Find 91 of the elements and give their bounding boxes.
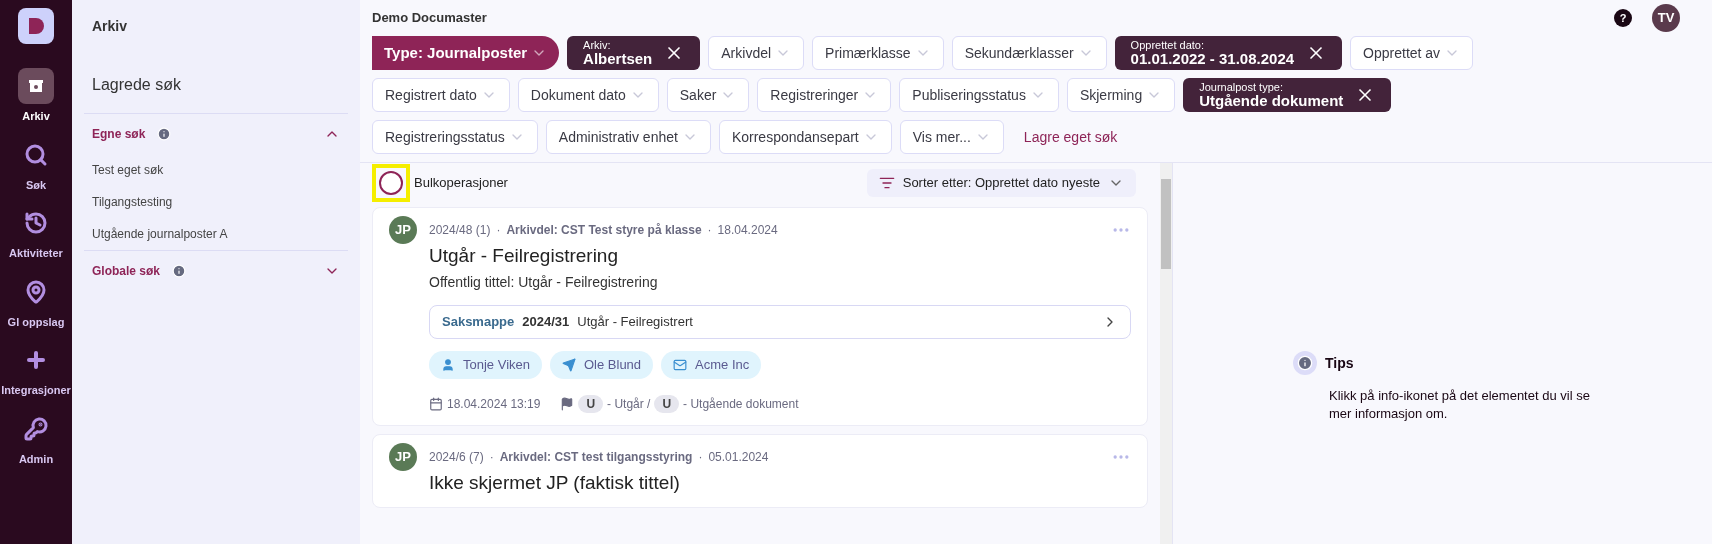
nav-item[interactable]: Aktiviteter (0, 205, 72, 262)
record-number: 2024/48 (1) (429, 222, 491, 239)
record-title: Utgår - Feilregistrering (429, 244, 619, 268)
nav-item[interactable]: Arkiv (0, 68, 72, 125)
group-header[interactable]: Egne søk (84, 114, 348, 154)
map-pin-icon (24, 279, 48, 304)
party-chip[interactable]: Tonje Viken (429, 351, 542, 379)
filter-value: 01.01.2022 - 31.08.2024 (1130, 51, 1295, 66)
scrollbar[interactable] (1160, 163, 1172, 544)
separator-dot: · (496, 222, 501, 239)
filter-dropdown[interactable]: Primærklasse (812, 36, 944, 70)
status-text: - Utgår / (607, 396, 651, 413)
series-label: Arkivdel: CST test tilgangsstyring (499, 449, 693, 466)
app-logo[interactable] (18, 8, 54, 44)
save-search-link[interactable]: Lagre eget søk (1011, 126, 1130, 148)
filter-dropdown[interactable]: Publiseringsstatus (899, 78, 1059, 112)
mail-icon (673, 358, 688, 372)
created-date: 18.04.2024 13:19 (447, 396, 541, 413)
separator-dot: · (707, 222, 712, 239)
filter-dropdown[interactable]: Skjerming (1066, 78, 1176, 112)
bulk-label: Bulkoperasjoner (414, 174, 508, 193)
filter-dropdown[interactable]: Arkivdel (708, 36, 805, 70)
history-icon (24, 211, 48, 235)
filter-value: Utgående dokument (1199, 93, 1344, 108)
calendar-icon (429, 397, 443, 411)
filter-dropdown[interactable]: Registreringsstatus (372, 120, 538, 154)
filter-dropdown[interactable]: Opprettet av (1350, 36, 1474, 70)
logo-letter-icon (26, 16, 46, 36)
tips-title: Tips (1325, 353, 1354, 373)
sidebar-title: Arkiv (91, 17, 129, 36)
send-icon (562, 358, 576, 372)
bulk-checkbox[interactable] (379, 171, 403, 195)
nav-item[interactable]: Gl oppslag (0, 273, 72, 330)
record-number: 2024/6 (7) (429, 449, 484, 466)
case-title: Utgår - Feilregistrert (577, 313, 693, 332)
result-card[interactable] (372, 207, 1148, 426)
nav-item[interactable]: Admin (0, 410, 72, 467)
active-filter-chip[interactable]: Opprettet dato: 01.01.2022 - 31.08.2024 (1114, 36, 1343, 70)
saved-searches-heading: Lagrede søk (91, 75, 182, 95)
saved-search-item[interactable]: Tilgangstesting (84, 186, 348, 218)
record-title: Ikke skjermet JP (faktisk tittel) (429, 471, 681, 495)
status-code: U (578, 395, 604, 413)
filter-dropdown[interactable]: Registrert dato (372, 78, 510, 112)
page-title: Demo Documaster (372, 9, 487, 28)
saved-search-item[interactable]: Utgående journalposter A (84, 218, 348, 250)
separator-dot: · (698, 449, 703, 466)
plus-icon (24, 348, 48, 372)
party-chip[interactable]: Acme Inc (661, 351, 762, 379)
saved-search-item[interactable]: Test eget søk (84, 154, 348, 186)
party-chip[interactable]: Ole Blund (550, 351, 654, 379)
nav-item[interactable]: Integrasjoner (0, 342, 72, 399)
filter-dropdown[interactable]: Dokument dato (517, 78, 659, 112)
record-date: 18.04.2024 (717, 222, 778, 239)
case-folder-link[interactable]: Saksmappe 2024/31 Utgår - Feilregistrert (429, 305, 1131, 339)
type-filter-button[interactable]: Type: Journalposter (372, 36, 560, 70)
filter-value: Albertsen (583, 51, 653, 66)
avatar: JP (389, 216, 417, 244)
filter-dropdown[interactable]: Vis mer... (899, 120, 1004, 154)
filter-label: Arkiv: (583, 40, 612, 51)
series-label: Arkivdel: CST Test styre på klasse (506, 222, 702, 239)
case-number: 2024/31 (522, 313, 570, 332)
filter-dropdown[interactable]: Administrativ enhet (545, 120, 711, 154)
sort-icon (878, 175, 895, 191)
nav-item[interactable]: Søk (0, 136, 72, 193)
avatar: JP (389, 443, 417, 471)
active-filter-chip[interactable]: Arkiv: Albertsen (567, 36, 701, 70)
tips-text: Klikk på info-ikonet på det elementet du vil se mer informasjon om. (1329, 387, 1591, 423)
separator-dot: · (489, 449, 494, 466)
search-icon (24, 142, 48, 167)
help-button[interactable]: ? (1614, 9, 1632, 27)
type-code: U (654, 395, 680, 413)
filter-label: Journalpost type: (1199, 82, 1284, 93)
record-date: 05.01.2024 (708, 449, 769, 466)
group-header[interactable]: Globale søk (84, 251, 348, 291)
filter-dropdown[interactable]: Sekundærklasser (951, 36, 1107, 70)
type-text: - Utgående dokument (683, 396, 799, 413)
key-icon (24, 416, 48, 441)
filter-dropdown[interactable]: Korrespondansepart (718, 120, 892, 154)
result-card[interactable]: JP 2024/6 (7) · Arkivdel: CST test tilgangsstyring · 05.01.2024 Ikke skjermet JP (faktisk tittel) (372, 434, 1148, 508)
filter-label: Opprettet dato: (1130, 40, 1205, 51)
filter-dropdown[interactable]: Saker (666, 78, 750, 112)
case-label: Saksmappe (442, 313, 515, 332)
filter-dropdown[interactable]: Registreringer (757, 78, 892, 112)
sort-button[interactable]: Sorter etter: Opprettet dato nyeste (866, 169, 1136, 197)
info-icon[interactable] (157, 127, 172, 141)
user-avatar[interactable]: TV (1652, 4, 1680, 32)
person-icon (441, 358, 455, 372)
flag-icon (560, 397, 575, 411)
info-icon[interactable] (172, 264, 187, 278)
active-filter-chip[interactable]: Journalpost type: Utgående dokument (1183, 78, 1392, 112)
public-title: Offentlig tittel: Utgår - Feilregistrering (429, 273, 659, 292)
